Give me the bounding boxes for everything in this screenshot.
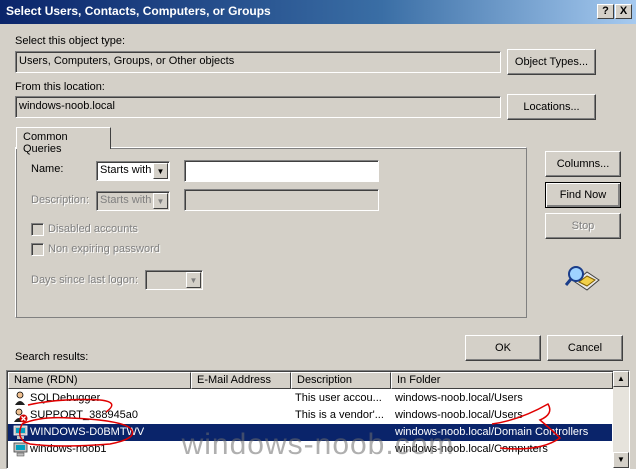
chevron-down-icon: ▼ xyxy=(186,272,201,288)
description-mode-value: Starts with xyxy=(100,194,152,206)
disabled-user-icon xyxy=(13,408,28,423)
object-types-button[interactable]: Object Types... xyxy=(507,49,596,75)
name-label: Name: xyxy=(31,163,64,175)
column-header-folder[interactable]: In Folder xyxy=(391,372,613,389)
scroll-up-arrow-icon[interactable]: ▲ xyxy=(613,371,629,387)
chevron-down-icon[interactable]: ▼ xyxy=(153,163,168,179)
close-button[interactable]: X xyxy=(615,4,632,19)
find-now-button[interactable]: Find Now xyxy=(545,182,621,208)
search-icon xyxy=(564,262,601,296)
disabled-accounts-checkbox xyxy=(31,223,44,236)
locations-button[interactable]: Locations... xyxy=(507,94,596,120)
name-input[interactable] xyxy=(184,160,379,182)
row-name: SQLDebugger xyxy=(30,392,101,404)
column-header-description[interactable]: Description xyxy=(291,372,391,389)
columns-button[interactable]: Columns... xyxy=(545,151,621,177)
name-mode-select[interactable]: Starts with ▼ xyxy=(96,161,170,181)
description-label: Description: xyxy=(31,194,90,206)
help-button[interactable]: ? xyxy=(597,4,614,19)
disabled-accounts-label: Disabled accounts xyxy=(48,223,138,235)
location-label: From this location: xyxy=(15,81,105,93)
user-icon xyxy=(13,391,28,406)
non-expiring-password-checkbox xyxy=(31,243,44,256)
non-expiring-password-label: Non expiring password xyxy=(48,243,160,255)
row-description: This user accou... xyxy=(295,392,382,404)
object-type-field: Users, Computers, Groups, or Other objec… xyxy=(15,51,501,73)
object-type-label: Select this object type: xyxy=(15,35,126,47)
tab-common-queries[interactable]: Common Queries xyxy=(16,127,111,155)
days-since-logon-select: ▼ xyxy=(145,270,203,290)
column-header-email[interactable]: E-Mail Address xyxy=(191,372,291,389)
description-mode-select: Starts with ▼ xyxy=(96,191,170,211)
location-field: windows-noob.local xyxy=(15,96,501,118)
chevron-down-icon: ▼ xyxy=(153,193,168,209)
row-description: This is a vendor'... xyxy=(295,409,384,421)
row-folder: windows-noob.local/Users xyxy=(395,409,523,421)
stop-button: Stop xyxy=(545,213,621,239)
days-since-logon-label: Days since last logon: xyxy=(31,274,138,286)
ok-button[interactable]: OK xyxy=(465,335,541,361)
column-header-name[interactable]: Name (RDN) xyxy=(8,372,191,389)
table-row[interactable]: SQLDebugger This user accou... windows-n… xyxy=(8,390,612,407)
title-bar: Select Users, Contacts, Computers, or Gr… xyxy=(0,0,636,24)
window-title: Select Users, Contacts, Computers, or Gr… xyxy=(6,4,271,18)
search-results-label: Search results: xyxy=(15,351,89,363)
name-mode-value: Starts with xyxy=(100,164,152,176)
cancel-button[interactable]: Cancel xyxy=(547,335,623,361)
row-folder: windows-noob.local/Users xyxy=(395,392,523,404)
description-input xyxy=(184,189,379,211)
row-name: SUPPORT_388945a0 xyxy=(30,409,139,421)
table-row[interactable]: SUPPORT_388945a0 This is a vendor'... wi… xyxy=(8,407,612,424)
watermark-text: windows-noob.com xyxy=(181,428,455,461)
